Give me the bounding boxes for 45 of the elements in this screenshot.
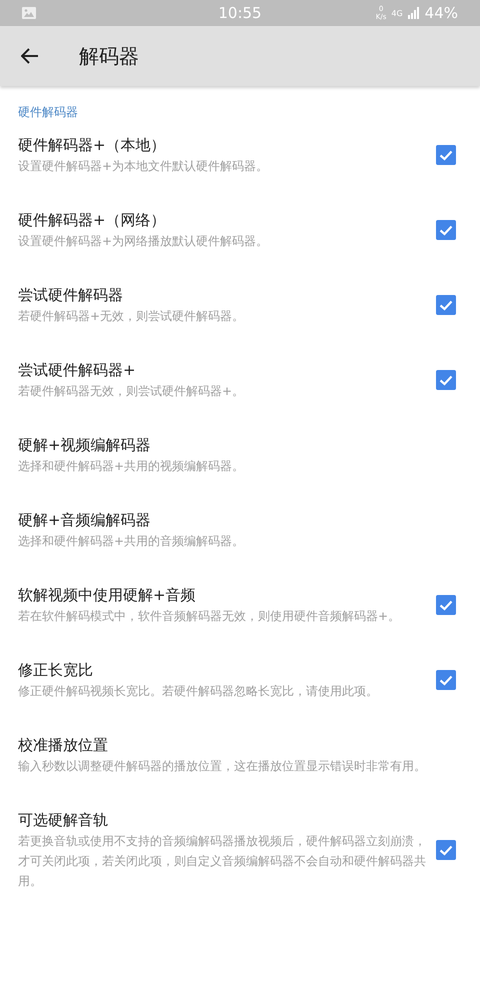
- battery-level: 44%: [424, 4, 458, 22]
- settings-item[interactable]: 修正长宽比 修正硬件解码视频长宽比。若硬件解码器忽略长宽比，请使用此项。: [0, 650, 480, 725]
- setting-title: 校准播放位置: [18, 735, 109, 756]
- setting-title: 硬件解码器+（网络）: [18, 210, 167, 231]
- settings-item[interactable]: 校准播放位置 输入秒数以调整硬件解码器的播放位置，这在播放位置显示错误时非常有用。: [0, 725, 480, 800]
- setting-summary: 选择和硬件解码器+共用的音频编解码器。: [18, 533, 246, 550]
- signal-icon: [408, 7, 420, 19]
- setting-summary: 若在软件解码模式中，软件音频解码器无效，则使用硬件音频解码器+。: [18, 608, 402, 625]
- settings-item[interactable]: 硬件解码器+（网络） 设置硬件解码器+为网络播放默认硬件解码器。: [0, 200, 480, 275]
- setting-title: 软解视频中使用硬解+音频: [18, 585, 197, 606]
- back-arrow-icon[interactable]: [21, 48, 39, 64]
- setting-summary: 若硬件解码器+无效，则尝试硬件解码器。: [18, 308, 246, 325]
- setting-summary: 设置硬件解码器+为网络播放默认硬件解码器。: [18, 233, 270, 250]
- image-icon: [22, 7, 36, 19]
- settings-item[interactable]: 尝试硬件解码器 若硬件解码器+无效，则尝试硬件解码器。: [0, 275, 480, 350]
- settings-item[interactable]: 软解视频中使用硬解+音频 若在软件解码模式中，软件音频解码器无效，则使用硬件音频解码器+。: [0, 575, 480, 650]
- setting-title: 可选硬解音轨: [18, 810, 109, 831]
- settings-item[interactable]: 硬解+音频编解码器 选择和硬件解码器+共用的音频编解码器。: [0, 500, 480, 575]
- settings-item[interactable]: 可选硬解音轨 若更换音轨或使用不支持的音频编解码器播放视频后，硬件解码器立刻崩溃，才可关闭此项，若关闭此项，则自定义音频编解码器不会自动和硬件解码器共用。: [0, 800, 480, 915]
- setting-title: 修正长宽比: [18, 660, 94, 681]
- screen-title: 解码器: [79, 42, 139, 70]
- checkbox[interactable]: [436, 220, 456, 240]
- checkbox[interactable]: [436, 370, 456, 390]
- settings-item[interactable]: 硬解+视频编解码器 选择和硬件解码器+共用的视频编解码器。: [0, 425, 480, 500]
- setting-summary: 选择和硬件解码器+共用的视频编解码器。: [18, 458, 246, 475]
- checkbox[interactable]: [436, 595, 456, 615]
- clock-time: 10:55: [217, 4, 263, 22]
- network-type: 4G: [391, 8, 403, 18]
- settings-item[interactable]: 尝试硬件解码器+ 若硬件解码器无效，则尝试硬件解码器+。: [0, 350, 480, 425]
- settings-item[interactable]: 硬件解码器+（本地） 设置硬件解码器+为本地文件默认硬件解码器。: [0, 125, 480, 200]
- checkbox[interactable]: [436, 145, 456, 165]
- setting-summary: 修正硬件解码视频长宽比。若硬件解码器忽略长宽比，请使用此项。: [18, 683, 379, 700]
- setting-summary: 设置硬件解码器+为本地文件默认硬件解码器。: [18, 158, 270, 175]
- checkbox[interactable]: [436, 840, 456, 860]
- setting-title: 尝试硬件解码器+: [18, 360, 137, 381]
- setting-title: 硬件解码器+（本地）: [18, 135, 167, 156]
- setting-summary: 若硬件解码器无效，则尝试硬件解码器+。: [18, 383, 246, 400]
- setting-title: 硬解+视频编解码器: [18, 435, 152, 456]
- checkbox[interactable]: [436, 670, 456, 690]
- setting-summary: 输入秒数以调整硬件解码器的播放位置，这在播放位置显示错误时非常有用。: [18, 758, 427, 775]
- setting-summary: 若更换音轨或使用不支持的音频编解码器播放视频后，硬件解码器立刻崩溃，才可关闭此项，若关闭此项，则自定义音频编解码器不会自动和硬件解码器共用。: [18, 833, 427, 890]
- section-header: 硬件解码器: [17, 104, 79, 121]
- setting-title: 硬解+音频编解码器: [18, 510, 152, 531]
- setting-title: 尝试硬件解码器: [18, 285, 124, 306]
- checkbox[interactable]: [436, 295, 456, 315]
